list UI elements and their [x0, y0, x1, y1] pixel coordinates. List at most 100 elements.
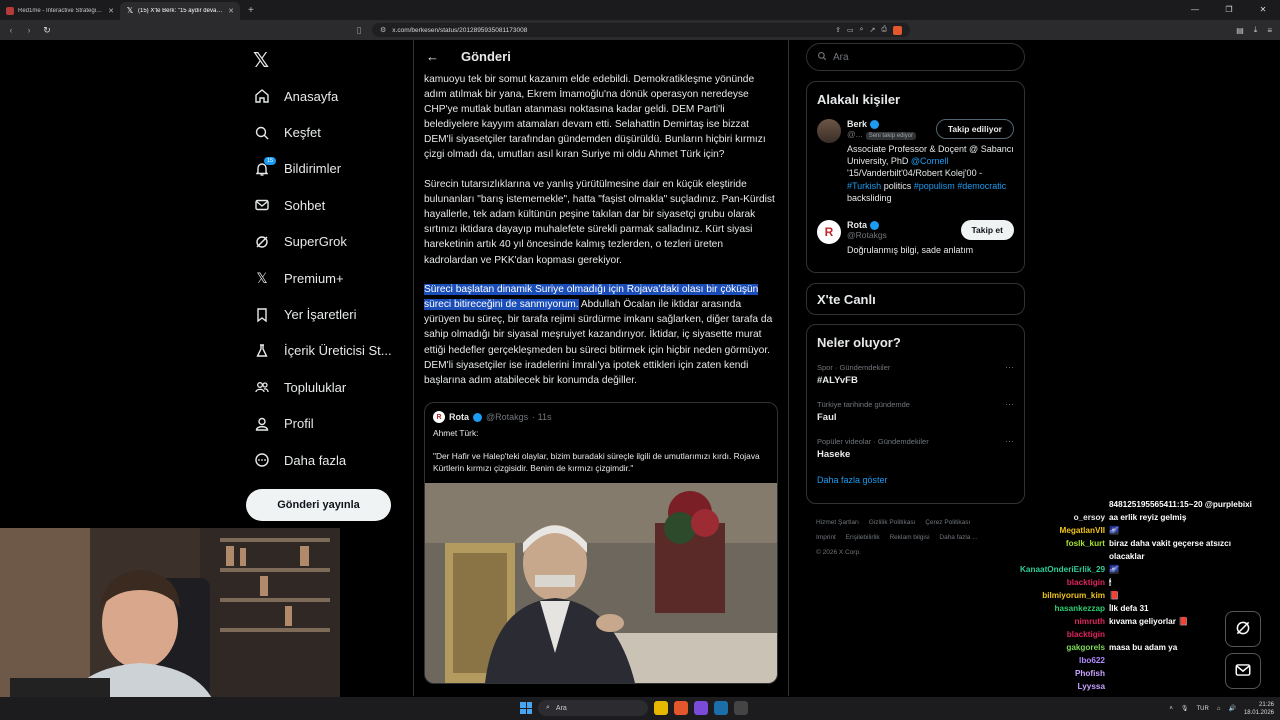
url-bar[interactable]: ⚙ x.com/berkesen/status/2012895935081173…	[372, 23, 910, 37]
x-logo-icon[interactable]: 𝕏	[253, 48, 269, 73]
sidebar-toggle-icon[interactable]: ▤	[1236, 26, 1244, 35]
forward-icon[interactable]: ›	[24, 25, 34, 35]
avatar[interactable]: R	[433, 411, 445, 424]
chat-username[interactable]: hasankezzap	[1020, 602, 1105, 615]
sidebar-item-explore[interactable]: Keşfet	[246, 114, 406, 150]
person-name[interactable]: Berk	[847, 119, 867, 129]
steam-icon[interactable]	[714, 701, 728, 715]
network-icon[interactable]: ⌂	[1217, 706, 1221, 712]
sidebar-item-premium[interactable]: 𝕏 Premium+	[246, 260, 406, 296]
downloads-icon[interactable]: ⤓	[1254, 25, 1258, 35]
chat-username[interactable]	[1020, 550, 1105, 563]
tab-close-icon[interactable]: ✕	[228, 7, 234, 15]
sidebar-item-more[interactable]: Daha fazla	[246, 442, 406, 478]
chat-username[interactable]: blacktigin	[1020, 628, 1105, 641]
bio-link[interactable]: #Turkish	[847, 181, 881, 191]
sidebar-item-bookmarks[interactable]: Yer İşaretleri	[246, 296, 406, 332]
trend-item[interactable]: Spor · Gündemdekiler #ALYvFB ···	[807, 356, 1024, 393]
footer-link[interactable]: Çerez Politikası	[925, 519, 970, 526]
file-explorer-icon[interactable]	[654, 701, 668, 715]
following-button[interactable]: Takip ediliyor	[935, 119, 1014, 139]
avatar[interactable]: R	[817, 220, 841, 245]
sidebar-item-communities[interactable]: Topluluklar	[246, 369, 406, 405]
menu-icon[interactable]: ≡	[1267, 26, 1272, 35]
clock[interactable]: 21:26 18.01.2026	[1244, 701, 1274, 717]
bio-link[interactable]: #democratic	[957, 181, 1006, 191]
search-input[interactable]: Ara	[806, 43, 1025, 71]
twitch-icon[interactable]	[694, 701, 708, 715]
reload-icon[interactable]: ↻	[42, 25, 52, 36]
related-person[interactable]: Berk @... Seni takip ediyor Associate Pro…	[807, 113, 1024, 210]
sidebar-item-creator-studio[interactable]: İçerik Üreticisi St...	[246, 333, 406, 369]
chat-username[interactable]: o_ersoy	[1020, 511, 1105, 524]
browser-tab-active[interactable]: 𝕏 (15) X'te Berk: "15 aydır devam e ✕	[120, 2, 240, 20]
browser-tab[interactable]: Red1me - Interactive Strategic Map ✕	[0, 2, 120, 20]
footer-link[interactable]: Reklam bilgisi	[889, 534, 929, 541]
trend-item[interactable]: Popüler videolar · Gündemdekiler Haseke …	[807, 430, 1024, 467]
trend-item[interactable]: Türkiye tarihinde gündemde Faul ···	[807, 393, 1024, 430]
tray-chevron-icon[interactable]: ˄	[1169, 706, 1173, 712]
taskbar-search[interactable]: ⌕ Ara	[538, 700, 648, 716]
close-window-icon[interactable]: ✕	[1246, 0, 1280, 20]
person-name[interactable]: Rota	[847, 220, 867, 230]
chat-username[interactable]: KanaatOnderiErlik_29	[1020, 563, 1105, 576]
chat-username[interactable]: foslk_kurt	[1020, 537, 1105, 550]
sidebar-item-home[interactable]: Anasayfa	[246, 78, 406, 114]
footer-link[interactable]: Hizmet Şartları	[816, 519, 859, 526]
show-more-link[interactable]: Daha fazla göster	[807, 467, 1024, 495]
print-icon[interactable]: ⎙	[881, 26, 887, 34]
taskbar-apps: ⌕ Ara	[520, 700, 748, 716]
back-icon[interactable]: ‹	[6, 25, 16, 35]
chat-username[interactable]	[1020, 498, 1105, 511]
bookmark-page-icon[interactable]: ▯	[354, 25, 364, 36]
follow-button[interactable]: Takip et	[960, 220, 1014, 241]
back-arrow-icon[interactable]: ←	[426, 49, 439, 64]
chat-username[interactable]: Phofish	[1020, 667, 1105, 680]
quoted-post-image[interactable]	[425, 482, 777, 683]
footer-link[interactable]: Gizlilik Politikası	[869, 519, 916, 526]
brave-browser-icon[interactable]	[674, 701, 688, 715]
messages-float-button[interactable]	[1225, 653, 1261, 689]
footer-link[interactable]: Imprint	[816, 534, 836, 541]
minimize-icon[interactable]: —	[1178, 0, 1212, 20]
related-person[interactable]: R Rota @Rotakgs Doğrulanmış bilgi, sade …	[807, 214, 1024, 262]
sidebar-item-chat[interactable]: Sohbet	[246, 187, 406, 223]
more-options-icon[interactable]: ···	[1005, 362, 1014, 372]
chat-username[interactable]: bilmiyorum_kim	[1020, 589, 1105, 602]
open-external-icon[interactable]: ↗	[870, 26, 876, 34]
post-button[interactable]: Gönderi yayınla	[246, 489, 391, 521]
mic-icon[interactable]: 🎙	[1181, 705, 1189, 712]
quoted-post[interactable]: R Rota @Rotakgs · 11s Ahmet Türk: "Der H…	[424, 402, 778, 684]
restore-icon[interactable]: ❐	[1212, 0, 1246, 20]
avatar[interactable]	[817, 119, 841, 143]
footer-link[interactable]: Erişilebilirlik	[846, 534, 880, 541]
obs-icon[interactable]	[734, 701, 748, 715]
tab-search-icon[interactable]: ⌕	[860, 26, 864, 34]
brave-shield-icon[interactable]	[893, 25, 902, 35]
more-options-icon[interactable]: ···	[1005, 436, 1014, 446]
live-card[interactable]: X'te Canlı	[806, 283, 1025, 315]
chat-username[interactable]: gakgorels	[1020, 641, 1105, 654]
grok-float-button[interactable]	[1225, 611, 1261, 647]
tray-lang[interactable]: TUR	[1197, 706, 1209, 712]
share-icon[interactable]: ⇪	[835, 26, 841, 34]
chat-username[interactable]: MegatlanVII	[1020, 524, 1106, 537]
footer-link[interactable]: Daha fazla ...	[939, 534, 977, 541]
new-tab-icon[interactable]: +	[240, 5, 262, 16]
sidebar-item-profile[interactable]: Profil	[246, 406, 406, 442]
chat-username[interactable]: lbo622	[1020, 654, 1105, 667]
sidebar-item-notifications[interactable]: 15 Bildirimler	[246, 151, 406, 187]
tab-close-icon[interactable]: ✕	[108, 7, 114, 15]
bio-link[interactable]: @Cornell	[911, 156, 949, 166]
cast-icon[interactable]: ▭	[847, 26, 854, 34]
chat-username[interactable]: Lyyssa	[1020, 680, 1105, 693]
sidebar-item-supergrok[interactable]: SuperGrok	[246, 224, 406, 260]
chat-username[interactable]: blacktigin	[1020, 576, 1105, 589]
bio-link[interactable]: #populism	[914, 181, 955, 191]
volume-icon[interactable]: 🔊	[1228, 705, 1235, 712]
more-options-icon[interactable]: ···	[1005, 399, 1014, 409]
quoted-author-name[interactable]: Rota	[449, 412, 469, 422]
site-settings-icon[interactable]: ⚙	[380, 26, 386, 34]
chat-username[interactable]: nimruth	[1020, 615, 1105, 628]
start-icon[interactable]	[520, 702, 532, 714]
